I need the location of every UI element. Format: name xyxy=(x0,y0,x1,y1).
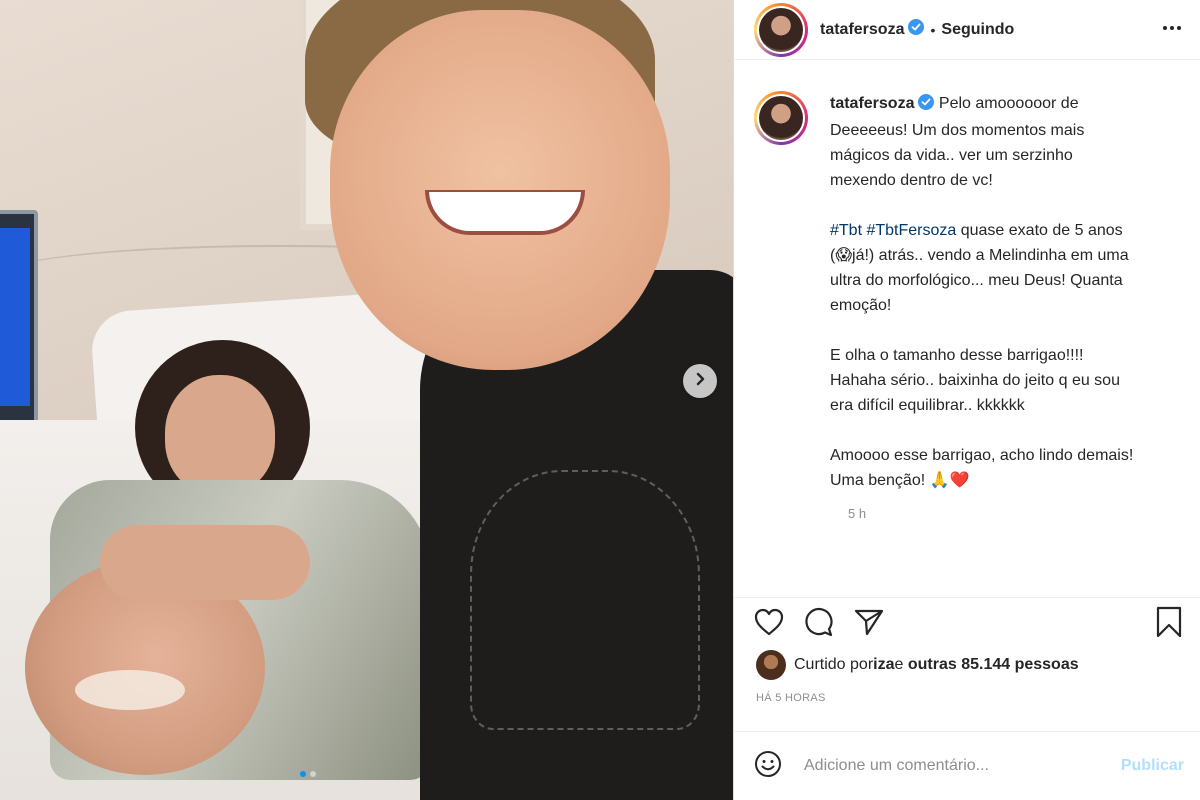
action-bar xyxy=(734,597,1200,641)
photo-gel xyxy=(75,670,185,710)
header-username[interactable]: tatafersoza xyxy=(820,21,904,39)
photo-hands xyxy=(100,525,310,600)
likes-middle: e xyxy=(894,656,904,673)
caption-text: tatafersoza Pelo amoooooor de Deeeeeus! … xyxy=(830,91,1140,518)
photo-ultrasound-monitor xyxy=(0,210,38,440)
photo-shirt-print xyxy=(470,470,700,730)
post-timestamp: HÁ 5 HORAS xyxy=(756,692,826,704)
comment-icon xyxy=(805,607,833,636)
save-button[interactable] xyxy=(1156,606,1182,638)
bookmark-icon xyxy=(1156,606,1182,637)
more-options-button[interactable] xyxy=(1160,16,1184,44)
caption-paragraph-4: Amoooo esse barrigao, acho lindo demais!… xyxy=(830,447,1134,489)
liker-avatar[interactable] xyxy=(756,650,786,680)
more-horizontal-icon xyxy=(1163,25,1181,30)
carousel-next-button[interactable] xyxy=(683,364,717,398)
heart-icon xyxy=(754,608,784,635)
photo-smile xyxy=(425,190,585,235)
likes-summary: Curtido por iza e outras 85.144 pessoas xyxy=(756,650,1079,680)
carousel-dot xyxy=(310,771,316,777)
comments-area: tatafersoza Pelo amoooooor de Deeeeeus! … xyxy=(734,77,1200,597)
comment-button[interactable] xyxy=(804,607,834,637)
avatar[interactable] xyxy=(754,2,808,57)
post-header: tatafersoza • Seguindo xyxy=(734,0,1200,60)
likes-prefix: Curtido por xyxy=(794,656,874,673)
comment-form: Publicar xyxy=(734,731,1200,800)
likes-others-link[interactable]: outras 85.144 pessoas xyxy=(908,656,1079,674)
post-photo[interactable] xyxy=(0,0,733,800)
hashtag-link[interactable]: #Tbt xyxy=(830,222,862,239)
following-button[interactable]: Seguindo xyxy=(941,21,1014,39)
share-button[interactable] xyxy=(854,608,884,636)
post-side-panel: tatafersoza • Seguindo tatafersoza Pelo … xyxy=(733,0,1200,800)
verified-badge-icon xyxy=(918,93,935,118)
publish-button[interactable]: Publicar xyxy=(1121,757,1184,775)
like-button[interactable] xyxy=(754,608,784,636)
smiley-icon xyxy=(755,750,781,777)
hashtag-link[interactable]: #TbtFersoza xyxy=(866,222,956,239)
caption-paragraph-3: E olha o tamanho desse barrigao!!!! Haha… xyxy=(830,347,1120,414)
chevron-right-icon xyxy=(693,372,707,391)
header-separator: • xyxy=(930,21,936,38)
paper-plane-icon xyxy=(854,609,884,635)
carousel-dot xyxy=(300,771,306,777)
liker-username[interactable]: iza xyxy=(873,656,894,674)
comment-input[interactable] xyxy=(804,757,1121,775)
caption-avatar[interactable] xyxy=(754,91,808,145)
carousel-dots xyxy=(300,771,316,777)
emoji-button[interactable] xyxy=(754,750,782,783)
verified-badge-icon xyxy=(908,19,925,40)
caption-row: tatafersoza Pelo amoooooor de Deeeeeus! … xyxy=(754,91,1184,518)
photo-woman-face xyxy=(165,375,275,495)
caption-username[interactable]: tatafersoza xyxy=(830,95,914,112)
